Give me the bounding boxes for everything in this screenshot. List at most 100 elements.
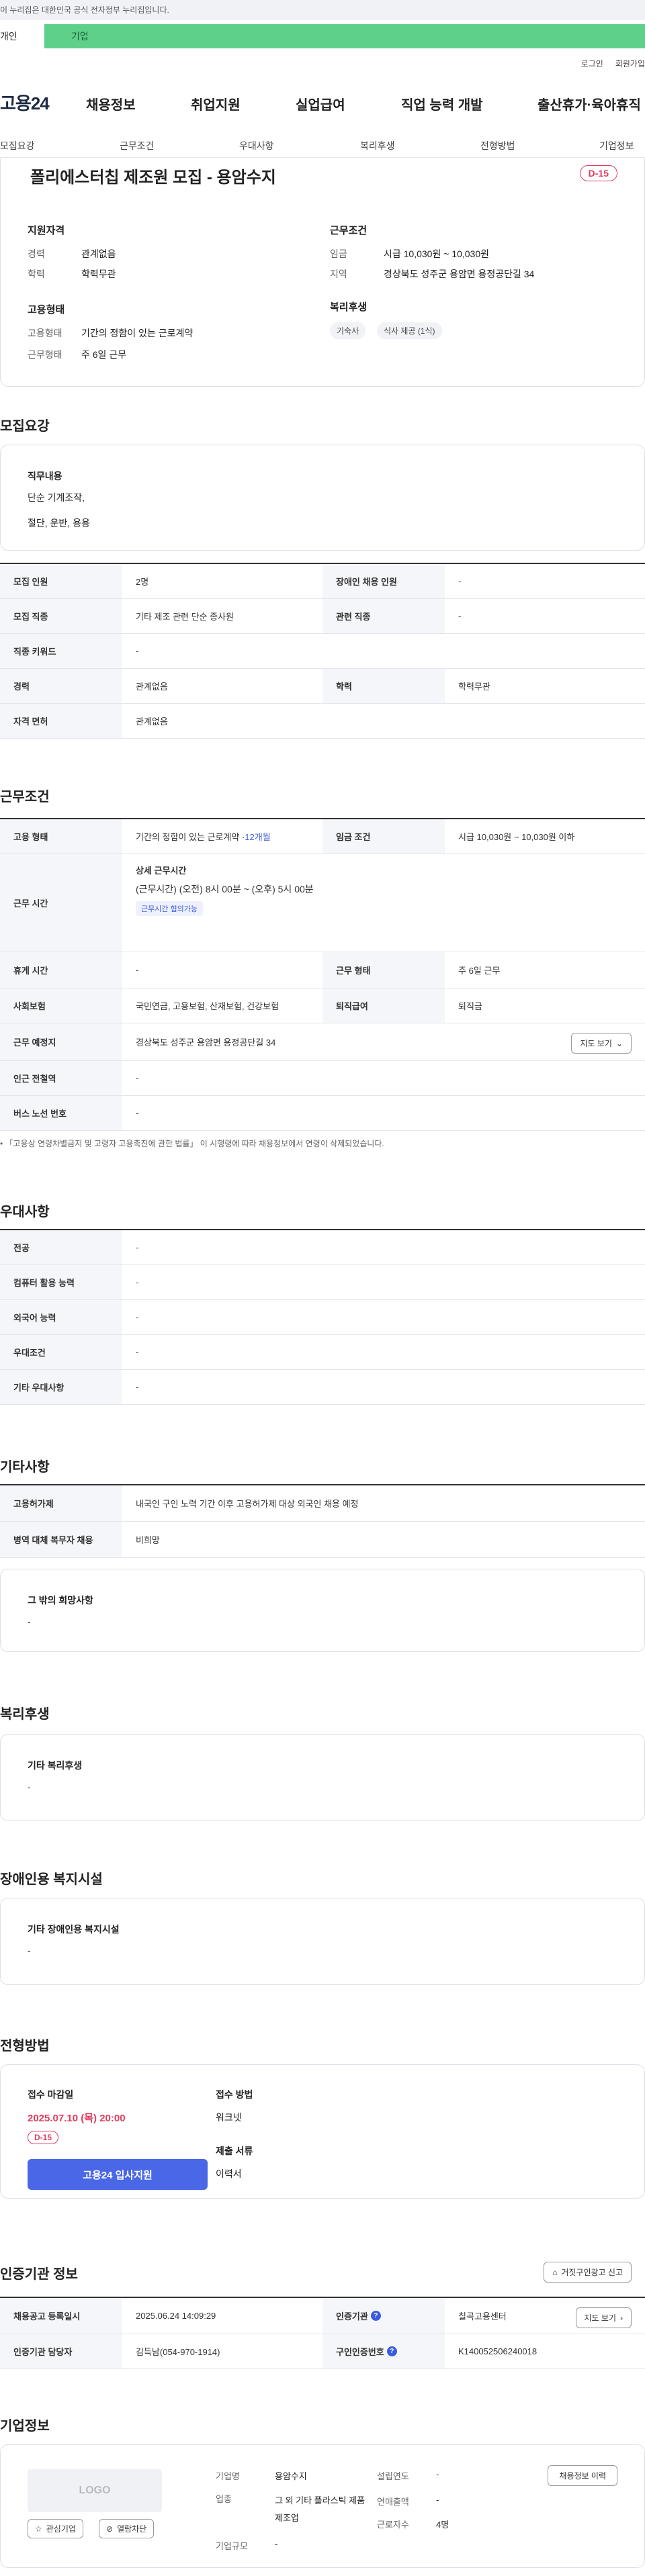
tab-selection[interactable]: 전형방법 <box>480 139 515 152</box>
global-nav: 고용24 채용정보 취업지원 실업급여 직업 능력 개발 출산휴가·육아휴직 <box>0 89 645 116</box>
table-row: 인근 전철역 - <box>0 1061 645 1096</box>
welfare-heading: 복리후생 <box>330 302 368 313</box>
career-value: 관계없음 <box>81 248 116 259</box>
row-value: 관계없음 <box>136 682 168 692</box>
cert-map-view-button[interactable]: 지도 보기 › <box>575 2307 632 2328</box>
tab-individual[interactable]: 개인 <box>0 24 44 48</box>
row-value: 기타 제조 관련 단순 종사원 <box>136 612 234 622</box>
row-header: 퇴직급여 <box>322 988 445 1023</box>
row-header: 모집 직종 <box>0 599 122 633</box>
row-value: 경상북도 성주군 용암면 용정공단길 34 <box>136 1038 276 1048</box>
company-name-value: 용암수지 <box>275 2471 307 2481</box>
signup-link[interactable]: 회원가입 <box>615 59 645 68</box>
row-value: - <box>136 1108 139 1118</box>
gov-banner: 이 누리집은 대한민국 공식 전자정부 누리집입니다. <box>0 0 645 20</box>
gnb-item-employment-support[interactable]: 취업지원 <box>191 94 241 113</box>
note-bullet-icon: • <box>0 1139 5 1148</box>
region-label: 지역 <box>330 269 347 279</box>
employment-type-label: 고용형태 <box>28 328 62 338</box>
dday-badge: D-15 <box>579 165 617 181</box>
tab-preference[interactable]: 우대사항 <box>239 139 274 152</box>
help-icon[interactable]: ? <box>386 2346 397 2356</box>
row-value: 칠곡고용센터 <box>458 2311 507 2321</box>
row-header: 구인인증번호? <box>322 2334 445 2368</box>
cert-section-title: 인증기관 정보 <box>0 2267 78 2282</box>
tab-welfare[interactable]: 복리후생 <box>360 139 395 152</box>
workdays-value: 주 6일 근무 <box>81 349 127 360</box>
row-header: 컴퓨터 활용 능력 <box>0 1265 122 1299</box>
cert-number-label: 구인인증번호 <box>336 2347 384 2357</box>
etc-box-heading: 그 밖의 희망사항 <box>28 1595 93 1606</box>
help-icon[interactable]: ? <box>370 2311 381 2321</box>
company-section-title: 기업정보 <box>0 2419 50 2434</box>
row-value: - <box>136 1242 139 1252</box>
row-header: 인근 전철역 <box>0 1061 122 1095</box>
table-row: 외국어 능력 - <box>0 1300 645 1335</box>
row-value: - <box>136 1382 139 1392</box>
block-view-button[interactable]: ⊘ 열람차단 <box>99 2519 155 2538</box>
favorite-company-button[interactable]: ☆ 관심기업 <box>28 2519 83 2538</box>
row-value: - <box>136 1347 139 1357</box>
row-header: 직종 키워드 <box>0 634 122 668</box>
tab-work-conditions[interactable]: 근무조건 <box>120 139 155 152</box>
login-link[interactable]: 로그인 <box>581 59 603 68</box>
row-header: 학력 <box>322 669 445 703</box>
row-header: 우대조건 <box>0 1335 122 1369</box>
site-logo[interactable]: 고용24 <box>0 90 50 115</box>
row-header: 근무 형태 <box>322 952 445 988</box>
row-header: 외국어 능력 <box>0 1300 122 1334</box>
row-value: 기간의 정함이 있는 근로계약 · 12개월 <box>136 819 271 854</box>
chevron-right-icon: › <box>620 2313 623 2323</box>
disability-box-heading: 기타 장애인용 복지시설 <box>28 1924 120 1935</box>
docs-value: 이력서 <box>216 2168 242 2179</box>
gnb-item-jobs[interactable]: 채용정보 <box>86 94 136 113</box>
row-value: - <box>136 1277 139 1287</box>
chevron-down-icon: ⌄ <box>615 1038 623 1048</box>
employment-type-text: 기간의 정함이 있는 근로계약 · <box>136 832 245 842</box>
row-value: - <box>136 646 139 656</box>
docs-label: 제출 서류 <box>216 2146 253 2156</box>
tab-business[interactable]: 기업 <box>44 24 645 48</box>
star-icon: ☆ <box>35 2524 42 2534</box>
job-history-button[interactable]: 채용정보 이력 <box>548 2465 617 2486</box>
selection-section-title: 전형방법 <box>0 2039 50 2054</box>
row-header: 고용허가제 <box>0 1485 122 1521</box>
company-logo-placeholder: LOGO <box>28 2469 162 2512</box>
row-header: 자격 면허 <box>0 704 122 738</box>
tab-recruit[interactable]: 모집요강 <box>0 139 35 152</box>
gnb-item-unemployment-benefit[interactable]: 실업급여 <box>296 94 345 113</box>
duty-heading: 직무내용 <box>28 471 62 481</box>
table-row: 병역 대체 복무자 채용 비희망 <box>0 1522 645 1558</box>
tab-company[interactable]: 기업정보 <box>599 139 634 152</box>
benefit-box: 기타 복리후생 - <box>0 1734 645 1821</box>
gnb-item-parental-leave[interactable]: 출산휴가·육아휴직 <box>538 94 641 113</box>
row-value: 내국인 구인 노력 기간 이후 고용허가제 대상 외국인 채용 예정 <box>136 1499 359 1509</box>
block-icon: ⊘ <box>106 2524 114 2534</box>
table-row: 휴게 시간 - 근무 형태 주 6일 근무 <box>0 952 645 988</box>
row-value: 주 6일 근무 <box>458 966 501 976</box>
table-row: 고용허가제 내국인 구인 노력 기간 이후 고용허가제 대상 외국인 채용 예정 <box>0 1485 645 1522</box>
block-view-label: 열람차단 <box>117 2524 147 2534</box>
row-header: 경력 <box>0 669 122 703</box>
work-time-title: 상세 근무시간 <box>136 866 187 876</box>
gnb-item-vocational-training[interactable]: 직업 능력 개발 <box>401 94 483 113</box>
row-header: 관련 직종 <box>322 599 445 633</box>
revenue-label: 연매출액 <box>377 2497 409 2507</box>
welfare-chip: 식사 제공 (1식) <box>377 322 442 339</box>
table-row: 인증기관 담당자 김득남(054-970-1914) 구인인증번호? K1400… <box>0 2334 645 2369</box>
row-value: K140052506240018 <box>458 2346 538 2356</box>
selection-card: 접수 마감일 2025.07.10 (목) 20:00 D-15 고용24 입사… <box>0 2064 645 2199</box>
false-ad-report-button[interactable]: ⌂ 거짓구인광고 신고 <box>544 2262 632 2283</box>
apply-button[interactable]: 고용24 입사지원 <box>28 2159 208 2190</box>
contract-period-link[interactable]: 12개월 <box>245 830 270 843</box>
workdays-label: 근무형태 <box>28 349 62 360</box>
company-size-label: 기업규모 <box>216 2541 248 2551</box>
founded-value: - <box>436 2469 439 2479</box>
company-name-label: 기업명 <box>216 2471 240 2481</box>
summary-card: 폴리에스터칩 제조원 모집 - 용암수지 D-15 지원자격 경력 관계없음 학… <box>0 158 645 387</box>
row-value: 관계없음 <box>136 717 168 727</box>
map-view-button[interactable]: 지도 보기 ⌄ <box>571 1033 632 1054</box>
employment-heading: 고용형태 <box>28 304 65 316</box>
benefit-box-heading: 기타 복리후생 <box>28 1760 83 1771</box>
preference-section-title: 우대사항 <box>0 1205 50 1220</box>
